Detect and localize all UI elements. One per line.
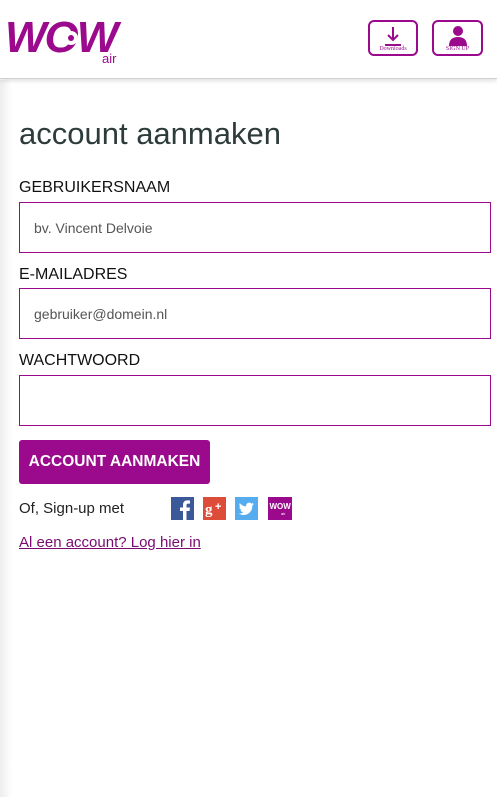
facebook-icon[interactable] [171, 497, 194, 520]
svg-text:+: + [215, 501, 221, 513]
email-input[interactable] [19, 288, 491, 339]
sign-up-label: SIGN UP [445, 46, 470, 52]
downloads-label: Downloads [379, 46, 407, 52]
wow-icon-subtext: air [281, 511, 286, 516]
svg-text:air: air [102, 51, 117, 66]
google-plus-icon[interactable]: g + [203, 497, 226, 520]
wow-icon-text: WOW [270, 502, 292, 511]
login-link[interactable]: Al een account? Log hier in [19, 534, 201, 551]
create-account-button[interactable]: ACCOUNT AANMAKEN [19, 440, 210, 484]
sign-up-button[interactable]: SIGN UP [432, 20, 483, 56]
password-label: WACHTWOORD [19, 352, 141, 369]
page-edge-shadow [0, 80, 12, 797]
user-icon [448, 26, 467, 46]
page-title: account aanmaken [19, 116, 281, 151]
username-label: GEBRUIKERSNAAM [19, 179, 171, 196]
social-signup-prompt: Of, Sign-up met [19, 500, 125, 517]
svg-text:g: g [205, 502, 213, 518]
email-label: E-MAILADRES [19, 266, 128, 283]
downloads-button[interactable]: Downloads [368, 20, 418, 56]
wow-air-logo[interactable]: WOW air [5, 13, 135, 66]
wow-icon[interactable]: WOW air [268, 497, 292, 520]
username-input[interactable] [19, 202, 491, 253]
top-header: WOW air Downloads SIGN UP [0, 0, 497, 79]
download-icon [385, 27, 401, 46]
twitter-icon[interactable] [235, 497, 258, 520]
password-input[interactable] [19, 375, 491, 426]
